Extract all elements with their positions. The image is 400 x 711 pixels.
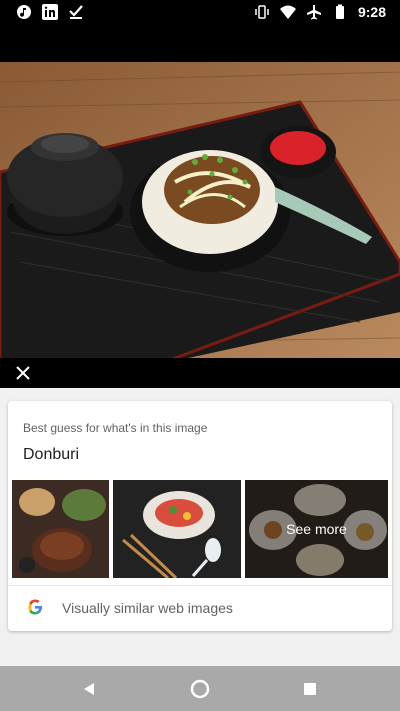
donburi-photo[interactable] <box>0 62 400 358</box>
home-icon[interactable] <box>189 678 211 700</box>
best-guess-label[interactable]: Donburi <box>23 446 79 464</box>
see-more-button[interactable]: See more <box>245 480 388 578</box>
linkedin-icon <box>42 4 58 20</box>
checkmark-icon <box>68 4 84 20</box>
close-icon[interactable] <box>14 364 32 382</box>
result-card: Best guess for what's in this image Donb… <box>8 401 392 631</box>
thumbnail-1[interactable] <box>12 480 109 578</box>
thumbnail-strip: See more <box>12 480 388 578</box>
google-logo-icon <box>26 598 44 616</box>
vibrate-icon <box>254 4 270 20</box>
thumbnail-3[interactable]: See more <box>245 480 388 578</box>
recents-icon[interactable] <box>299 678 321 700</box>
results-sheet: Best guess for what's in this image Donb… <box>0 388 400 666</box>
back-icon[interactable] <box>78 678 100 700</box>
airplane-icon <box>306 4 322 20</box>
close-row <box>0 358 400 388</box>
navigation-bar <box>0 666 400 711</box>
wifi-icon <box>279 4 296 20</box>
similar-images-label: Visually similar web images <box>62 600 233 616</box>
similar-images-link[interactable]: Visually similar web images <box>8 586 392 631</box>
status-time: 9:28 <box>357 4 386 20</box>
status-bar: 9:28 <box>0 0 400 24</box>
best-guess-caption: Best guess for what's in this image <box>23 421 208 435</box>
battery-icon <box>332 4 348 20</box>
music-note-icon <box>16 4 32 20</box>
thumbnail-2[interactable] <box>113 480 241 578</box>
